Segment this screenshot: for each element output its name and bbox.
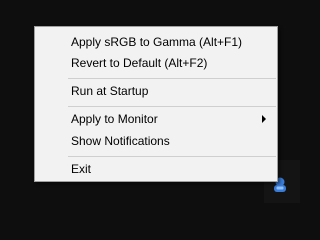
menu-item-label: Apply sRGB to Gamma (Alt+F1): [71, 35, 243, 49]
submenu-arrow-icon: [262, 115, 266, 123]
menu-separator: [68, 156, 276, 157]
menu-item-label: Apply to Monitor: [71, 112, 158, 126]
menu-item-label: Revert to Default (Alt+F2): [71, 56, 208, 70]
menu-item-show-notifications[interactable]: Show Notifications: [36, 130, 276, 152]
menu-item-label: Run at Startup: [71, 84, 149, 98]
menu-item-apply-srgb[interactable]: Apply sRGB to Gamma (Alt+F1): [36, 31, 276, 53]
menu-item-label: Show Notifications: [71, 134, 170, 148]
menu-item-apply-to-monitor[interactable]: Apply to Monitor: [36, 108, 276, 130]
tray-context-menu: Apply sRGB to Gamma (Alt+F1) Revert to D…: [34, 26, 278, 182]
menu-separator: [68, 106, 276, 107]
menu-item-revert-default[interactable]: Revert to Default (Alt+F2): [36, 52, 276, 74]
menu-separator: [68, 78, 276, 79]
menu-item-label: Exit: [71, 162, 92, 176]
menu-item-run-at-startup[interactable]: Run at Startup: [36, 80, 276, 102]
menu-item-exit[interactable]: Exit: [36, 158, 276, 180]
